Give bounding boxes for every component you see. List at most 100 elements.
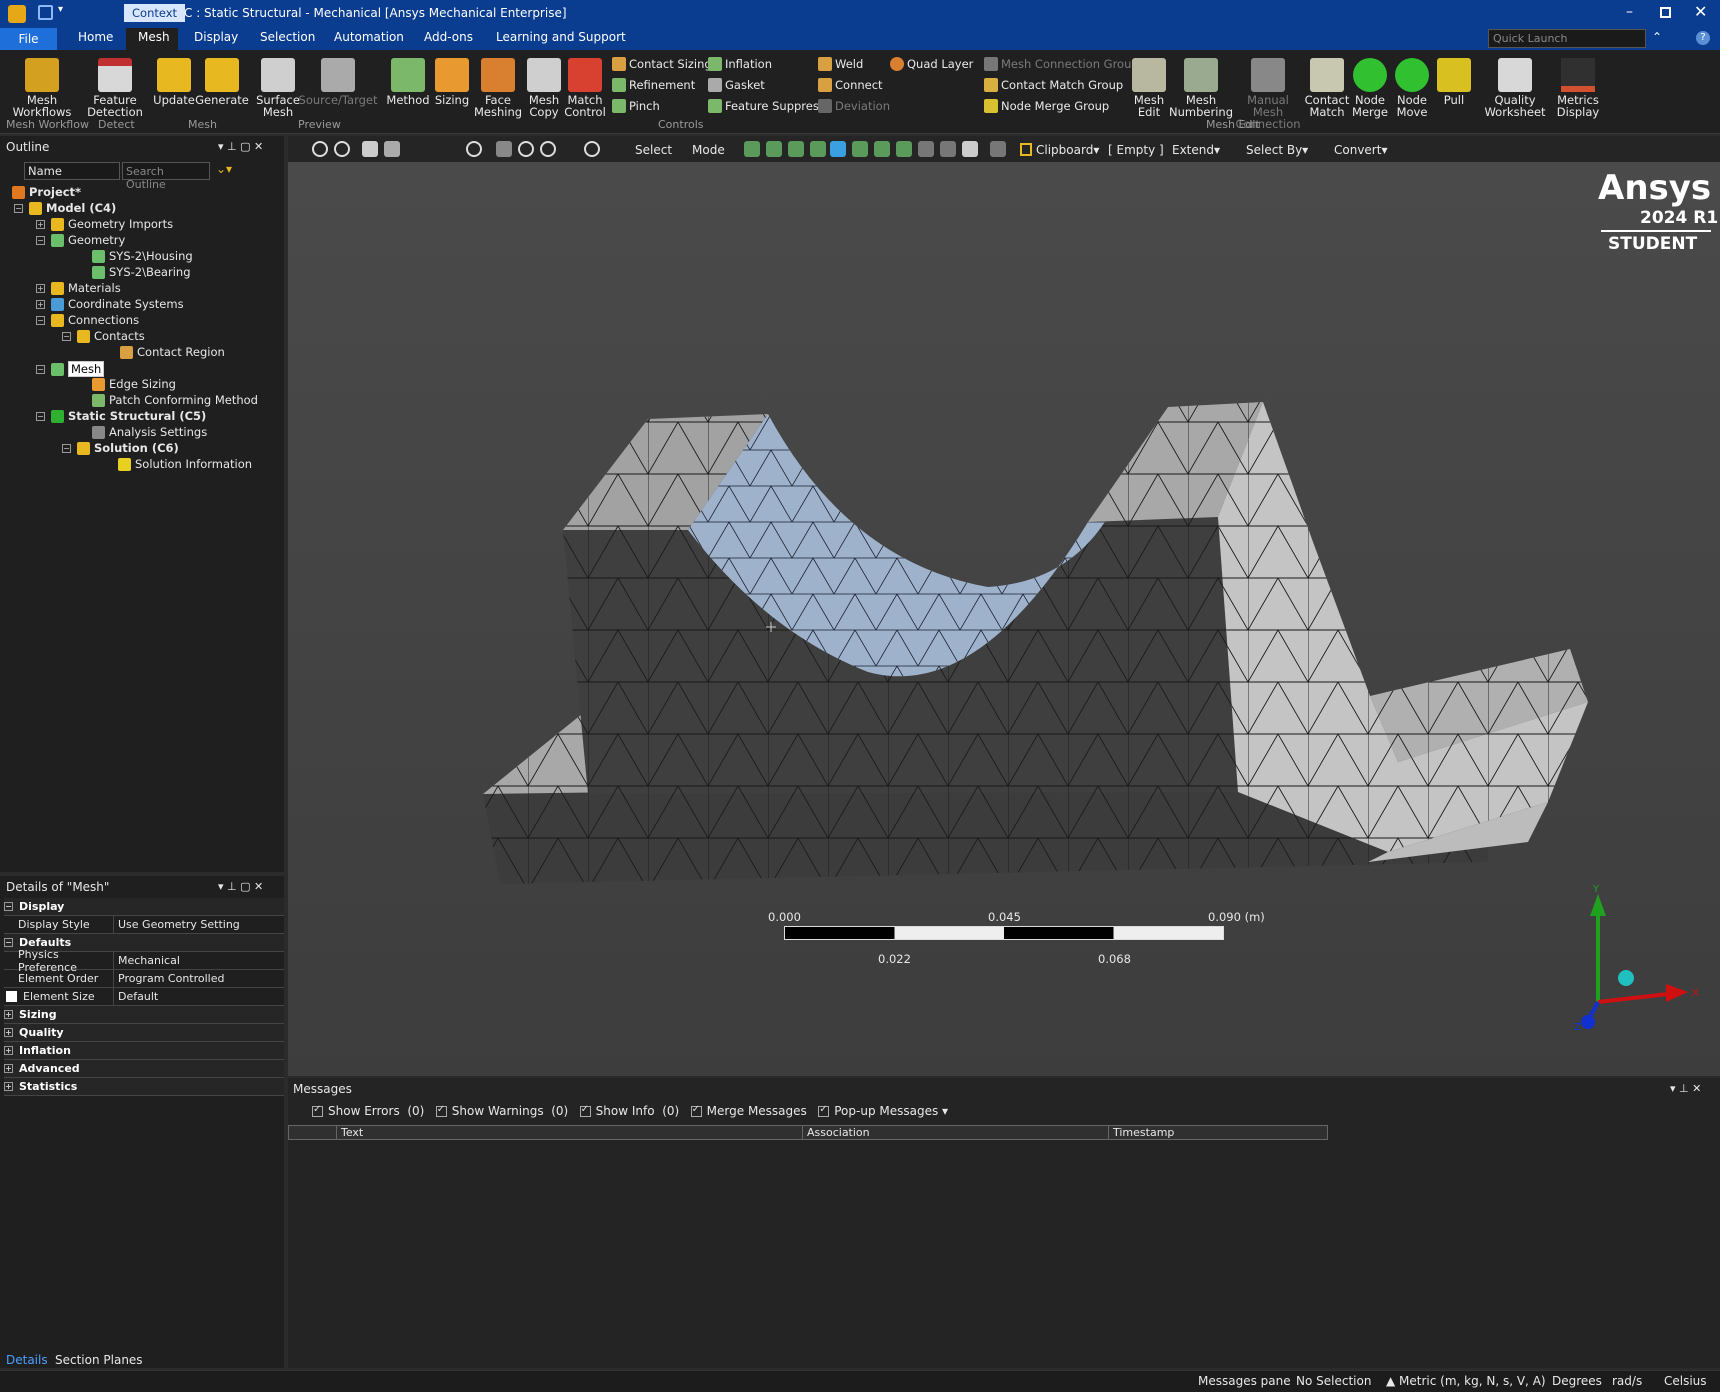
collapse-icon[interactable]: −	[36, 364, 45, 374]
status-units[interactable]: ▲ Metric (m, kg, N, s, V, A)	[1386, 1374, 1546, 1388]
column-association[interactable]: Association	[803, 1126, 1109, 1139]
status-angle[interactable]: Degrees	[1552, 1374, 1602, 1388]
tree-mesh[interactable]: − Mesh	[36, 361, 105, 377]
details-section-advanced[interactable]: + Advanced	[4, 1060, 284, 1078]
details-row-display-style[interactable]: Display Style Use Geometry Setting	[4, 916, 284, 934]
pinch-button[interactable]: Pinch	[612, 99, 660, 113]
details-pin-icon[interactable]: ▾ ⊥ ▢ ✕	[218, 880, 263, 893]
details-row-physics-preference[interactable]: Physics Preference Mechanical	[4, 948, 284, 974]
collapse-ribbon-icon[interactable]: ⌃	[1652, 30, 1662, 44]
select-element-icon[interactable]	[852, 141, 868, 157]
select-active-icon[interactable]	[830, 141, 846, 157]
collapse-icon[interactable]: −	[14, 203, 23, 213]
box-zoom-icon[interactable]	[540, 141, 556, 157]
outline-search-input[interactable]: Search Outline	[122, 162, 210, 191]
expand-icon[interactable]: +	[36, 299, 45, 309]
tree-model[interactable]: − Model (C4)	[14, 201, 116, 215]
node-merge-button[interactable]: Node Merge	[1352, 58, 1388, 118]
feature-detection-button[interactable]: Feature Detection	[84, 58, 146, 118]
mesh-numbering-button[interactable]: Mesh Numbering	[1169, 58, 1233, 118]
tree-analysis-settings[interactable]: Analysis Settings	[92, 425, 207, 439]
minimize-button[interactable]: –	[1626, 4, 1633, 20]
tree-solution-information[interactable]: Solution Information	[118, 457, 252, 471]
file-menu[interactable]: File	[0, 28, 57, 50]
match-control-button[interactable]: Match Control	[564, 58, 606, 118]
select-by-dropdown[interactable]: Select By▾	[1246, 143, 1308, 157]
column-text[interactable]: Text	[337, 1126, 803, 1139]
column-timestamp[interactable]: Timestamp	[1109, 1126, 1327, 1139]
quick-access-dropdown-icon[interactable]: ▾	[58, 4, 63, 15]
tab-selection[interactable]: Selection	[260, 30, 315, 44]
mesh-workflows-button[interactable]: Mesh Workflows	[10, 58, 74, 118]
node-move-button[interactable]: Node Move	[1392, 58, 1432, 118]
select-vertex-icon[interactable]	[744, 141, 760, 157]
select-edge-icon[interactable]	[766, 141, 782, 157]
source-target-button[interactable]: Source/Target	[299, 58, 377, 106]
mesh-connection-group-button[interactable]: Mesh Connection Group	[984, 57, 1139, 71]
tree-connections[interactable]: − Connections	[36, 313, 139, 327]
tab-add-ons[interactable]: Add-ons	[424, 30, 473, 44]
tree-housing[interactable]: SYS-2\Housing	[92, 249, 193, 263]
zoom-out-icon[interactable]	[334, 141, 350, 157]
expand-icon[interactable]: +	[4, 1046, 13, 1055]
show-warnings-checkbox[interactable]	[435, 1104, 447, 1117]
collapse-icon[interactable]: −	[4, 902, 13, 911]
status-rate[interactable]: rad/s	[1612, 1374, 1642, 1388]
save-icon[interactable]	[38, 5, 53, 20]
app-icon[interactable]	[8, 5, 26, 23]
select-face-icon[interactable]	[788, 141, 804, 157]
outline-search-options-icon[interactable]: ⌄▾	[216, 162, 232, 176]
quad-layer-button[interactable]: Quad Layer	[890, 57, 973, 71]
details-section-display[interactable]: − Display	[4, 898, 284, 916]
details-section-statistics[interactable]: + Statistics	[4, 1078, 284, 1096]
tab-display[interactable]: Display	[194, 30, 238, 44]
details-row-element-order[interactable]: Element Order Program Controlled	[4, 970, 284, 988]
collapse-icon[interactable]: −	[36, 411, 45, 421]
tab-section-planes[interactable]: Section Planes	[55, 1353, 143, 1367]
tree-patch-conforming[interactable]: Patch Conforming Method	[92, 393, 258, 407]
tree-coordinate-systems[interactable]: + Coordinate Systems	[36, 297, 184, 311]
select-label[interactable]: Select	[635, 143, 672, 157]
collapse-icon[interactable]: −	[62, 331, 71, 341]
label-icon[interactable]	[940, 141, 956, 157]
contact-sizing-button[interactable]: Contact Sizing	[612, 57, 712, 71]
face-meshing-button[interactable]: Face Meshing	[474, 58, 522, 118]
tree-contact-region[interactable]: Contact Region	[120, 345, 225, 359]
merge-messages-checkbox[interactable]	[690, 1104, 702, 1117]
contact-match-button[interactable]: Contact Match	[1304, 58, 1350, 118]
tab-mesh[interactable]: Mesh	[138, 30, 170, 44]
select-body-icon[interactable]	[810, 141, 826, 157]
mesh-edit-button[interactable]: Mesh Edit	[1130, 58, 1168, 118]
zoom-fit-icon[interactable]	[312, 141, 328, 157]
zoom-icon[interactable]	[518, 141, 534, 157]
refinement-button[interactable]: Refinement	[612, 78, 695, 92]
tab-details[interactable]: Details	[6, 1353, 48, 1367]
deviation-button[interactable]: Deviation	[818, 99, 890, 113]
details-section-quality[interactable]: + Quality	[4, 1024, 284, 1042]
tree-geometry-imports[interactable]: + Geometry Imports	[36, 217, 173, 231]
popup-messages-checkbox[interactable]	[818, 1104, 830, 1117]
chart-icon[interactable]	[990, 141, 1006, 157]
mesh-copy-button[interactable]: Mesh Copy	[524, 58, 564, 118]
pull-button[interactable]: Pull	[1436, 58, 1472, 106]
magnifier-icon[interactable]	[584, 141, 600, 157]
show-errors-checkbox[interactable]	[312, 1104, 323, 1117]
gasket-button[interactable]: Gasket	[708, 78, 765, 92]
details-row-element-size[interactable]: Element Size Default	[4, 988, 284, 1006]
details-section-inflation[interactable]: + Inflation	[4, 1042, 284, 1060]
shaded-icon[interactable]	[384, 141, 400, 157]
node-merge-group-button[interactable]: Node Merge Group	[984, 99, 1109, 113]
select-node-icon[interactable]	[874, 141, 890, 157]
collapse-icon[interactable]: −	[62, 443, 71, 453]
method-button[interactable]: Method	[386, 58, 430, 106]
details-section-sizing[interactable]: + Sizing	[4, 1006, 284, 1024]
axis-triad[interactable]: Y X Z	[1558, 882, 1698, 1032]
coordinate-icon[interactable]	[918, 141, 934, 157]
weld-button[interactable]: Weld	[818, 57, 863, 71]
expand-icon[interactable]: +	[4, 1010, 13, 1019]
metrics-display-button[interactable]: Metrics Display	[1550, 58, 1606, 118]
expand-icon[interactable]: +	[36, 283, 45, 293]
status-temp[interactable]: Celsius	[1664, 1374, 1707, 1388]
feature-suppress-button[interactable]: Feature Suppress	[708, 99, 825, 113]
close-button[interactable]: ✕	[1694, 2, 1707, 21]
